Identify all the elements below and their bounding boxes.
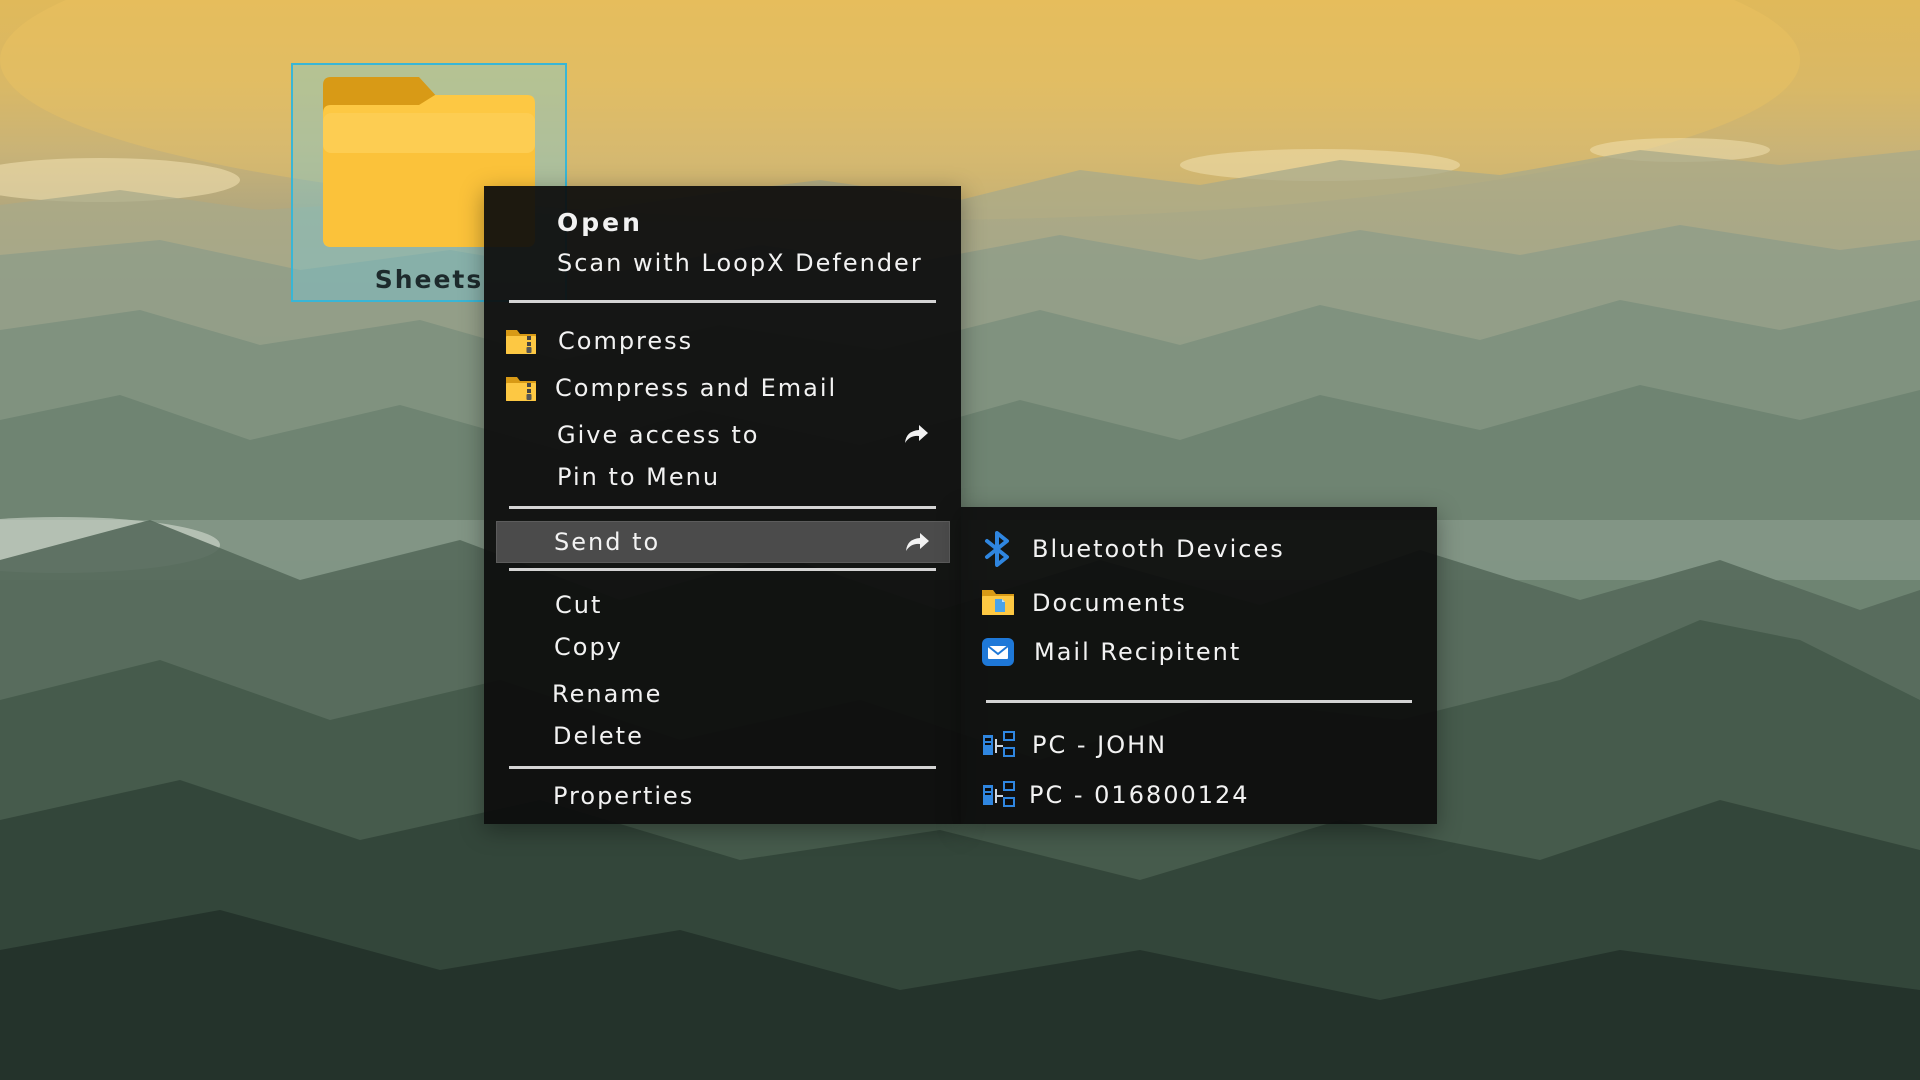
- menu-separator: [509, 300, 936, 303]
- menu-item-rename[interactable]: Rename: [552, 679, 662, 709]
- menu-separator: [509, 766, 936, 769]
- menu-item-cut[interactable]: Cut: [555, 590, 602, 620]
- mail-icon: [982, 638, 1014, 666]
- share-arrow-icon: [905, 425, 928, 443]
- menu-item-open[interactable]: Open: [557, 208, 643, 238]
- menu-item-scan[interactable]: Scan with LoopX Defender: [557, 248, 923, 278]
- zip-folder-icon: [506, 377, 536, 401]
- bluetooth-icon: [985, 531, 1009, 567]
- menu-item-properties[interactable]: Properties: [553, 781, 694, 811]
- menu-item-send-to-label: Send to: [554, 528, 661, 556]
- menu-separator: [509, 506, 936, 509]
- submenu-separator: [986, 700, 1412, 703]
- send-to-submenu: Bluetooth Devices Documents Mail Recipit…: [961, 507, 1437, 824]
- share-arrow-icon: [906, 533, 929, 551]
- menu-item-give-access[interactable]: Give access to: [557, 420, 759, 450]
- menu-item-copy[interactable]: Copy: [554, 632, 623, 662]
- submenu-item-pc-016800124[interactable]: PC - 016800124: [1029, 780, 1250, 810]
- submenu-item-documents[interactable]: Documents: [1032, 588, 1187, 618]
- network-pc-icon: [983, 781, 1015, 807]
- menu-item-send-to[interactable]: Send to: [496, 521, 950, 563]
- context-menu: Open Scan with LoopX Defender Compress C…: [484, 186, 961, 824]
- menu-item-pin-to-menu[interactable]: Pin to Menu: [557, 462, 720, 492]
- submenu-item-mail-recipient[interactable]: Mail Recipitent: [1034, 637, 1241, 667]
- menu-item-compress[interactable]: Compress: [558, 326, 693, 356]
- menu-item-delete[interactable]: Delete: [553, 721, 644, 751]
- submenu-item-pc-john[interactable]: PC - JOHN: [1032, 730, 1167, 760]
- desktop: Sheets Open Scan with LoopX Defender Com…: [0, 0, 1920, 1080]
- zip-folder-icon: [506, 330, 536, 354]
- menu-separator: [509, 568, 936, 571]
- submenu-item-bluetooth[interactable]: Bluetooth Devices: [1032, 534, 1285, 564]
- network-pc-icon: [983, 731, 1015, 757]
- documents-folder-icon: [982, 590, 1014, 615]
- menu-item-compress-email[interactable]: Compress and Email: [555, 373, 837, 403]
